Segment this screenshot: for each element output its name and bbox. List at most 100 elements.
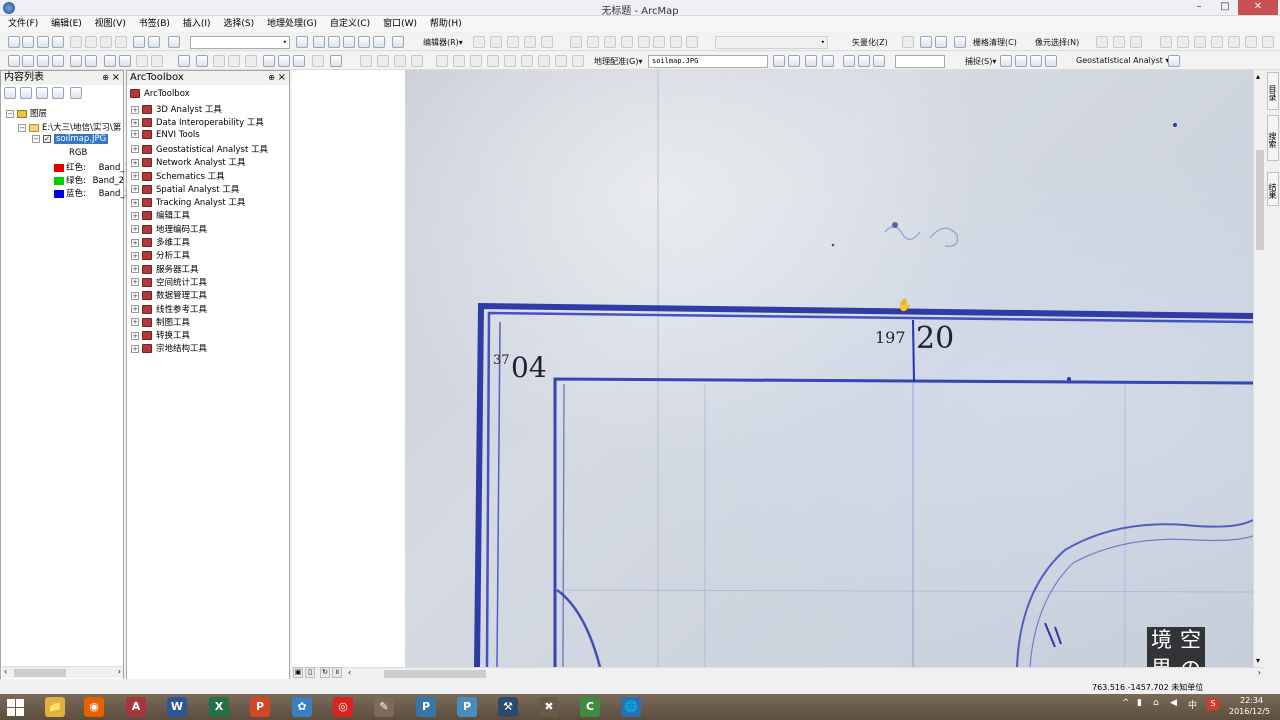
topology4-icon[interactable]	[411, 55, 423, 67]
cell-selection-menu[interactable]: 像元选择(N)	[1035, 37, 1079, 48]
toolbox-item[interactable]: + 数据管理工具	[131, 289, 207, 301]
expand-icon[interactable]: +	[131, 145, 139, 154]
menu-selection[interactable]: 选择(S)	[218, 16, 259, 32]
maximize-button[interactable]: □	[1212, 0, 1238, 15]
layer-props-icon[interactable]	[858, 55, 870, 67]
redo-icon[interactable]	[148, 36, 160, 48]
georef-options-icon[interactable]	[822, 55, 834, 67]
georef-tool4-icon[interactable]	[1211, 36, 1223, 48]
search-side-tab[interactable]: 搜索	[1267, 115, 1279, 161]
mosaic-icon[interactable]	[843, 55, 855, 67]
topology11-icon[interactable]	[538, 55, 550, 67]
start-button-icon[interactable]	[7, 699, 24, 716]
toolbox-item[interactable]: + Spatial Analyst 工具	[131, 183, 239, 195]
topology12-icon[interactable]	[555, 55, 567, 67]
expand-icon[interactable]: +	[131, 265, 139, 274]
back-extent-icon[interactable]	[104, 55, 116, 67]
find-icon[interactable]	[263, 55, 275, 67]
expand-icon[interactable]: +	[131, 105, 139, 114]
georef-tool2-icon[interactable]	[1177, 36, 1189, 48]
taskbar-app-explorer-icon[interactable]: 📁	[45, 697, 65, 717]
cell-select2-icon[interactable]	[1113, 36, 1125, 48]
clear-selection-icon[interactable]	[151, 55, 163, 67]
menu-geoprocessing[interactable]: 地理处理(G)	[262, 16, 322, 32]
toolbox-item[interactable]: + Schematics 工具	[131, 170, 225, 182]
menu-edit[interactable]: 编辑(E)	[46, 16, 87, 32]
expand-icon[interactable]: +	[131, 118, 139, 127]
toolbox-item[interactable]: + 制图工具	[131, 316, 190, 328]
edit-extra-icon[interactable]	[653, 36, 665, 48]
layout-view-button[interactable]: ▯	[305, 667, 315, 678]
snap-vertex-icon[interactable]	[1030, 55, 1042, 67]
network-icon[interactable]: ⌂	[1153, 698, 1159, 708]
save-icon[interactable]	[37, 36, 49, 48]
arctoolbox-icon[interactable]	[358, 36, 370, 48]
expand-icon[interactable]: +	[131, 291, 139, 300]
scroll-right-icon[interactable]: ›	[118, 667, 121, 676]
topology7-icon[interactable]	[470, 55, 482, 67]
taskbar-app-app12-icon[interactable]: ⚒	[498, 697, 518, 717]
toolbox-item[interactable]: + 线性参考工具	[131, 303, 207, 315]
rotate-georef-icon[interactable]	[773, 55, 785, 67]
georeferencing-menu[interactable]: 地理配准(G)▾	[594, 56, 642, 67]
edit-extra2-icon[interactable]	[670, 36, 682, 48]
menu-help[interactable]: 帮助(H)	[425, 16, 467, 32]
toolbox-item[interactable]: + Data Interoperability 工具	[131, 116, 264, 128]
menu-bookmarks[interactable]: 书签(B)	[134, 16, 175, 32]
catalog-window-icon[interactable]	[328, 36, 340, 48]
vectorize-layer-combo[interactable]: ▾	[715, 36, 828, 49]
toolbox-item[interactable]: + 编辑工具	[131, 209, 190, 221]
snapping-menu[interactable]: 捕捉(S)▾	[965, 56, 996, 67]
refresh-view-button[interactable]: ↻	[320, 667, 330, 678]
layers-root[interactable]: − 图层	[6, 107, 47, 119]
taskbar-app-python-icon[interactable]: P	[416, 697, 436, 717]
layer-node[interactable]: − ✓ soilmap.JPG	[32, 134, 109, 144]
cut-icon[interactable]	[70, 36, 82, 48]
sketch-properties-icon[interactable]	[621, 36, 633, 48]
open-icon[interactable]	[22, 36, 34, 48]
map-view[interactable]: 197 20 37 04 ✋ 境 空 界 の	[292, 70, 1253, 667]
editor-toolbar-icon[interactable]	[296, 36, 308, 48]
expand-icon[interactable]: +	[131, 172, 139, 180]
toolbox-item[interactable]: + 宗地结构工具	[131, 342, 207, 354]
close-icon[interactable]: ×	[278, 71, 286, 85]
list-by-visibility-icon[interactable]	[36, 87, 48, 99]
toolbox-item[interactable]: +3D Analyst 工具	[131, 103, 222, 115]
split-icon[interactable]	[570, 36, 582, 48]
expand-icon[interactable]: +	[131, 305, 139, 313]
html-popup-icon[interactable]	[228, 55, 240, 67]
undo-icon[interactable]	[133, 36, 145, 48]
expand-icon[interactable]: +	[131, 278, 139, 287]
paste-icon[interactable]	[100, 36, 112, 48]
layer-name-label[interactable]: soilmap.JPG	[54, 134, 109, 144]
toolbox-item[interactable]: + Geostatistical Analyst 工具	[131, 143, 268, 155]
taskbar-app-netease-icon[interactable]: ◎	[333, 697, 353, 717]
list-by-source-icon[interactable]	[20, 87, 32, 99]
expand-icon[interactable]: +	[131, 198, 139, 207]
tray-up-arrow-icon[interactable]: ^	[1122, 698, 1130, 708]
toc-options-icon[interactable]	[70, 87, 82, 99]
menu-view[interactable]: 视图(V)	[90, 16, 131, 32]
edit-extra3-icon[interactable]	[686, 36, 698, 48]
toc-horizontal-scrollbar[interactable]: ‹ ›	[2, 666, 123, 678]
taskbar-app-excel-icon[interactable]: X	[209, 697, 229, 717]
georef-tool3-icon[interactable]	[1194, 36, 1206, 48]
straight-segment-icon[interactable]	[507, 36, 519, 48]
scroll-left-icon[interactable]: ‹	[4, 667, 7, 676]
topology10-icon[interactable]	[521, 55, 533, 67]
zoom-in-icon[interactable]	[8, 55, 20, 67]
search-window-icon[interactable]	[343, 36, 355, 48]
vectorization-menu[interactable]: 矢量化(Z)	[852, 37, 888, 48]
pan-icon[interactable]	[37, 55, 49, 67]
snap-end-icon[interactable]	[1015, 55, 1027, 67]
identify-icon[interactable]	[196, 55, 208, 67]
topology8-icon[interactable]	[487, 55, 499, 67]
topology5-icon[interactable]	[436, 55, 448, 67]
go-to-xy-icon[interactable]	[293, 55, 305, 67]
close-button[interactable]: ✕	[1238, 0, 1278, 15]
expand-icon[interactable]: +	[131, 158, 139, 167]
toolbox-item[interactable]: + ENVI Tools	[131, 129, 200, 140]
model-builder-icon[interactable]	[392, 36, 404, 48]
rotate-icon[interactable]	[587, 36, 599, 48]
toc-scroll-thumb[interactable]	[14, 669, 66, 677]
